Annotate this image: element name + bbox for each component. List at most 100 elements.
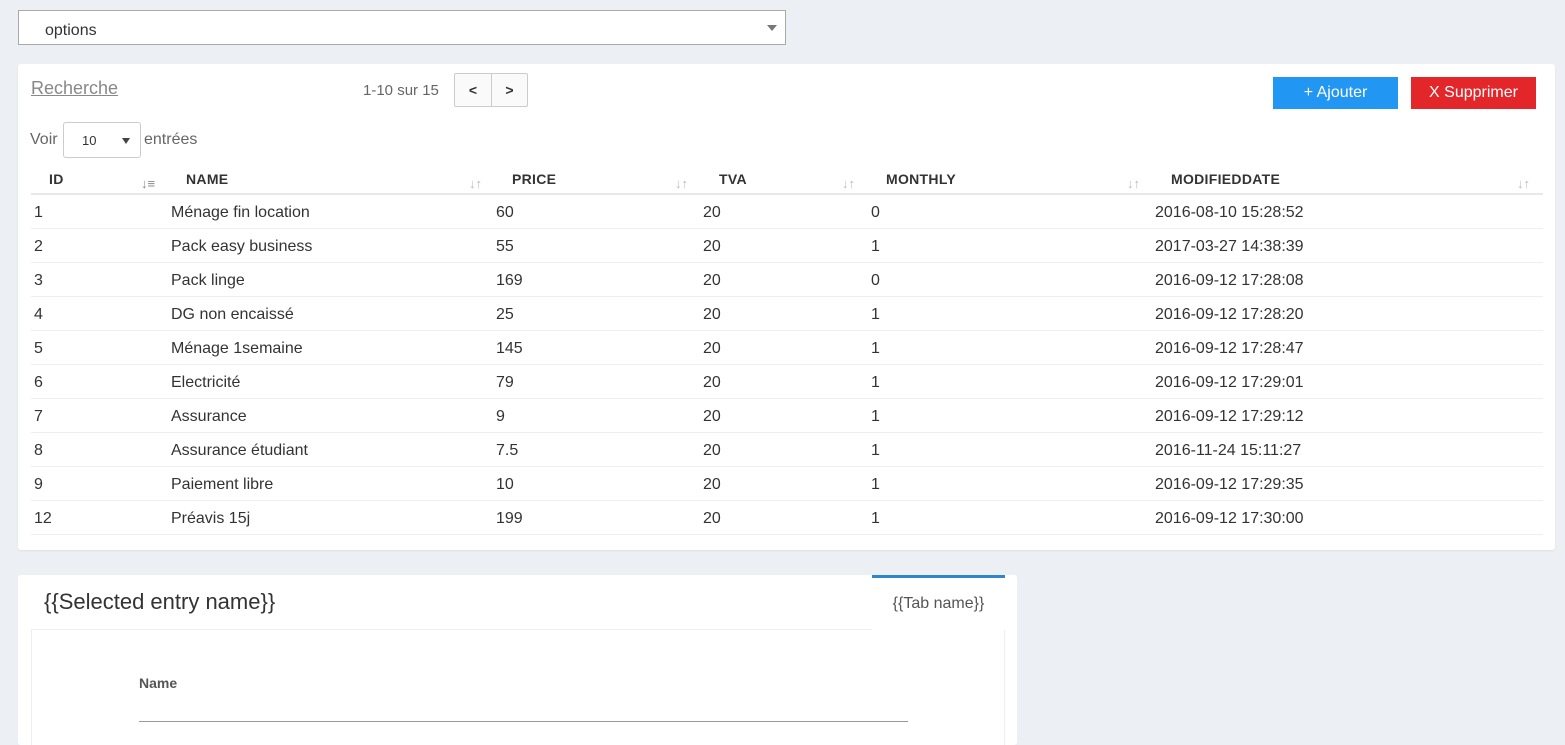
- cell-id: 12: [34, 510, 52, 527]
- cell-tva: 20: [703, 340, 721, 357]
- pager-buttons: < >: [454, 73, 528, 107]
- cell-monthly: 1: [871, 238, 880, 255]
- detail-card: {{Selected entry name}} {{Tab name}} Nam…: [18, 575, 1017, 745]
- delete-button[interactable]: X Supprimer: [1411, 77, 1536, 109]
- cell-tva: 20: [703, 442, 721, 459]
- cell-modifieddate: 2016-09-12 17:28:20: [1155, 306, 1304, 323]
- cell-monthly: 0: [871, 272, 880, 289]
- cell-name: Assurance étudiant: [171, 442, 308, 459]
- table-row[interactable]: 6 Electricité 79 20 1 2016-09-12 17:29:01: [31, 365, 1543, 399]
- sort-asc-icon[interactable]: ↓≡: [141, 176, 155, 191]
- name-field-label: Name: [139, 675, 178, 691]
- name-field[interactable]: [139, 700, 908, 722]
- search-link[interactable]: Recherche: [31, 78, 118, 99]
- cell-name: Ménage 1semaine: [171, 340, 303, 357]
- cell-price: 199: [496, 510, 523, 527]
- cell-monthly: 1: [871, 476, 880, 493]
- cell-name: Préavis 15j: [171, 510, 251, 527]
- cell-id: 8: [34, 442, 43, 459]
- column-header-tva[interactable]: TVA: [719, 171, 747, 187]
- cell-name: Ménage fin location: [171, 204, 310, 221]
- cell-price: 169: [496, 272, 523, 289]
- cell-name: Pack linge: [171, 272, 245, 289]
- cell-modifieddate: 2016-09-12 17:29:01: [1155, 374, 1304, 391]
- cell-price: 7.5: [496, 442, 519, 459]
- column-header-id[interactable]: ID: [49, 171, 64, 187]
- table-row[interactable]: 8 Assurance étudiant 7.5 20 1 2016-11-24 15:1…: [31, 433, 1543, 467]
- cell-price: 25: [496, 306, 514, 323]
- cell-monthly: 1: [871, 442, 880, 459]
- cell-modifieddate: 2017-03-27 14:38:39: [1155, 238, 1304, 255]
- cell-monthly: 1: [871, 374, 880, 391]
- entries-per-page-select[interactable]: 10: [63, 122, 141, 158]
- prev-page-button[interactable]: <: [455, 74, 491, 106]
- cell-modifieddate: 2016-08-10 15:28:52: [1155, 204, 1304, 221]
- cell-price: 10: [496, 476, 514, 493]
- column-header-modifieddate[interactable]: MODIFIEDDATE: [1171, 171, 1280, 187]
- cell-id: 3: [34, 272, 43, 289]
- cell-modifieddate: 2016-09-12 17:29:12: [1155, 408, 1304, 425]
- cell-tva: 20: [703, 306, 721, 323]
- sort-icon[interactable]: ↓↑: [1127, 176, 1140, 191]
- cell-modifieddate: 2016-09-12 17:30:00: [1155, 510, 1304, 527]
- column-header-name[interactable]: NAME: [186, 171, 228, 187]
- sort-icon[interactable]: ↓↑: [469, 176, 482, 191]
- cell-name: Assurance: [171, 408, 247, 425]
- table-row[interactable]: 1 Ménage fin location 60 20 0 2016-08-10 15:2…: [31, 195, 1543, 229]
- cell-monthly: 0: [871, 204, 880, 221]
- add-button[interactable]: + Ajouter: [1273, 77, 1398, 109]
- table-row[interactable]: 3 Pack linge 169 20 0 2016-09-12 17:28:08: [31, 263, 1543, 297]
- table-row[interactable]: 7 Assurance 9 20 1 2016-09-12 17:29:12: [31, 399, 1543, 433]
- cell-price: 60: [496, 204, 514, 221]
- cell-id: 6: [34, 374, 43, 391]
- cell-monthly: 1: [871, 340, 880, 357]
- sort-icon[interactable]: ↓↑: [1517, 176, 1530, 191]
- options-select[interactable]: options: [18, 10, 786, 45]
- table-row[interactable]: 5 Ménage 1semaine 145 20 1 2016-09-12 17:28:4…: [31, 331, 1543, 365]
- table-row[interactable]: 4 DG non encaissé 25 20 1 2016-09-12 17:28:20: [31, 297, 1543, 331]
- cell-tva: 20: [703, 510, 721, 527]
- cell-name: Pack easy business: [171, 238, 313, 255]
- cell-id: 9: [34, 476, 43, 493]
- table-row[interactable]: 2 Pack easy business 55 20 1 2017-03-27 14:38…: [31, 229, 1543, 263]
- next-page-button[interactable]: >: [491, 74, 527, 106]
- cell-name: DG non encaissé: [171, 306, 294, 323]
- show-entries-label: Voir: [30, 131, 58, 148]
- cell-tva: 20: [703, 374, 721, 391]
- cell-tva: 20: [703, 476, 721, 493]
- table-row[interactable]: 12 Préavis 15j 199 20 1 2016-09-12 17:30:00: [31, 501, 1543, 535]
- entries-per-page-value: 10: [82, 133, 97, 148]
- detail-title: {{Selected entry name}}: [44, 589, 276, 614]
- detail-tab[interactable]: {{Tab name}}: [872, 575, 1005, 630]
- sort-icon[interactable]: ↓↑: [842, 176, 855, 191]
- cell-name: Paiement libre: [171, 476, 274, 493]
- cell-monthly: 1: [871, 510, 880, 527]
- table-row[interactable]: 9 Paiement libre 10 20 1 2016-09-12 17:29:35: [31, 467, 1543, 501]
- cell-id: 7: [34, 408, 43, 425]
- cell-price: 145: [496, 340, 523, 357]
- table-body: 1 Ménage fin location 60 20 0 2016-08-10 15:2…: [31, 195, 1543, 535]
- entries-suffix-label: entrées: [144, 131, 198, 148]
- cell-name: Electricité: [171, 374, 241, 391]
- cell-modifieddate: 2016-11-24 15:11:27: [1155, 442, 1302, 459]
- cell-price: 9: [496, 408, 505, 425]
- dropdown-caret-icon: [122, 138, 130, 144]
- table-card: Recherche 1-10 sur 15 < > + Ajouter X Su…: [18, 64, 1555, 550]
- pager-info: 1-10 sur 15: [363, 82, 439, 99]
- detail-body: Name: [31, 630, 1005, 745]
- column-header-price[interactable]: PRICE: [512, 171, 556, 187]
- dropdown-caret-icon: [767, 25, 777, 31]
- cell-price: 79: [496, 374, 514, 391]
- cell-id: 5: [34, 340, 43, 357]
- table-header: ID ↓≡ NAME ↓↑ PRICE ↓↑ TVA ↓↑ MONTHLY ↓↑…: [31, 164, 1543, 195]
- cell-tva: 20: [703, 238, 721, 255]
- column-header-monthly[interactable]: MONTHLY: [886, 171, 956, 187]
- cell-monthly: 1: [871, 306, 880, 323]
- data-table: ID ↓≡ NAME ↓↑ PRICE ↓↑ TVA ↓↑ MONTHLY ↓↑…: [31, 164, 1543, 535]
- sort-icon[interactable]: ↓↑: [675, 176, 688, 191]
- cell-id: 4: [34, 306, 43, 323]
- cell-tva: 20: [703, 204, 721, 221]
- cell-price: 55: [496, 238, 514, 255]
- cell-id: 2: [34, 238, 43, 255]
- cell-modifieddate: 2016-09-12 17:28:47: [1155, 340, 1304, 357]
